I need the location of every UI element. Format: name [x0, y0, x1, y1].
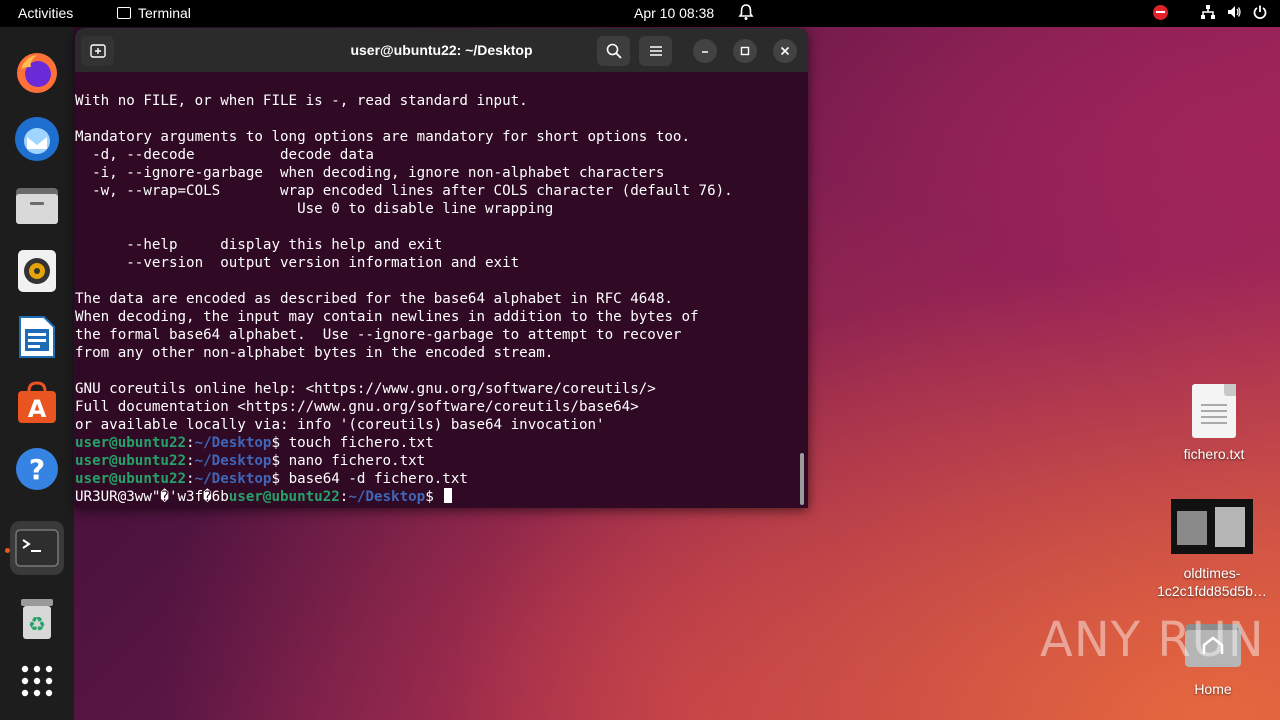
close-icon — [780, 46, 790, 56]
minimize-button[interactable] — [693, 39, 717, 63]
term-line: Mandatory arguments to long options are … — [75, 129, 690, 145]
bell-icon[interactable] — [738, 3, 754, 24]
prompt-path: ~/Desktop — [194, 453, 272, 469]
stop-icon[interactable] — [1153, 4, 1168, 20]
term-line: With no FILE, or when FILE is -, read st… — [75, 93, 528, 109]
term-line: When decoding, the input may contain new… — [75, 309, 699, 325]
dock-writer[interactable] — [10, 310, 64, 364]
label-line: oldtimes- — [1183, 565, 1241, 581]
power-icon — [1253, 5, 1267, 19]
term-line: --help display this help and exit — [75, 237, 443, 253]
clock[interactable]: Apr 10 08:38 — [634, 5, 714, 21]
term-line: Full documentation <https://www.gnu.org/… — [75, 399, 639, 415]
dock-rhythmbox[interactable] — [10, 244, 64, 298]
prompt-user: user@ubuntu22 — [228, 489, 340, 505]
terminal-output[interactable]: With no FILE, or when FILE is -, read st… — [75, 92, 808, 506]
prompt-path: ~/Desktop — [194, 471, 272, 487]
term-line: Use 0 to disable line wrapping — [75, 201, 554, 217]
svg-text:?: ? — [29, 453, 45, 486]
network-icon — [1201, 5, 1215, 19]
svg-text:A: A — [28, 395, 47, 423]
prompt-path: ~/Desktop — [194, 435, 272, 451]
term-line — [75, 218, 808, 236]
term-line: -w, --wrap=COLS wrap encoded lines after… — [75, 183, 733, 199]
search-button[interactable] — [597, 36, 630, 66]
dock-terminal[interactable] — [10, 521, 64, 575]
app-menu-label: Terminal — [138, 5, 191, 21]
decoded-output: UR3UR@3ww"�'w3f�6b — [75, 489, 229, 505]
terminal-icon — [15, 529, 59, 567]
help-icon: ? — [16, 448, 58, 490]
dock-firefox[interactable] — [10, 46, 64, 100]
folder-icon — [16, 188, 58, 224]
search-icon — [606, 43, 622, 59]
term-line — [75, 110, 808, 128]
thunderbird-icon — [15, 117, 59, 161]
terminal-icon — [117, 7, 131, 19]
close-button[interactable] — [773, 39, 797, 63]
command-line: user@ubuntu22:~/Desktop$ nano fichero.tx… — [75, 453, 426, 469]
document-icon — [19, 316, 55, 358]
text-file-icon — [1192, 384, 1236, 438]
volume-icon — [1228, 6, 1241, 18]
trash-icon: ♻ — [21, 599, 53, 639]
firefox-icon — [17, 53, 57, 93]
maximize-icon — [740, 46, 750, 56]
watermark: ANY RUN — [1040, 612, 1265, 668]
desktop-file-oldtimes[interactable]: oldtimes- 1c2c1fdd85d5b… — [1148, 499, 1276, 600]
app-menu[interactable]: Terminal — [117, 5, 191, 21]
prompt-user: user@ubuntu22 — [75, 471, 187, 487]
window-titlebar[interactable]: user@ubuntu22: ~/Desktop — [75, 28, 808, 72]
term-line — [75, 362, 808, 380]
term-line: from any other non-alphabet bytes in the… — [75, 345, 554, 361]
prompt-user: user@ubuntu22 — [75, 453, 187, 469]
term-line: GNU coreutils online help: <https://www.… — [75, 381, 656, 397]
command-text: nano fichero.txt — [288, 453, 426, 469]
term-line: --version output version information and… — [75, 255, 520, 271]
term-line: or available locally via: info '(coreuti… — [75, 417, 605, 433]
terminal-window[interactable]: user@ubuntu22: ~/Desktop With no FILE, o… — [75, 28, 808, 508]
command-text: base64 -d fichero.txt — [288, 471, 468, 487]
prompt-path: ~/Desktop — [348, 489, 426, 505]
speaker-icon — [18, 250, 56, 292]
term-line: -d, --decode decode data — [75, 147, 374, 163]
dock-thunderbird[interactable] — [10, 112, 64, 166]
menu-button[interactable] — [639, 36, 672, 66]
minimize-icon — [702, 51, 708, 53]
desktop-file-label: oldtimes- 1c2c1fdd85d5b… — [1148, 564, 1276, 600]
dock-app-center[interactable]: A — [10, 376, 64, 430]
term-line: -i, --ignore-garbage when decoding, igno… — [75, 165, 665, 181]
image-thumbnail — [1171, 499, 1253, 554]
dock-show-apps[interactable] — [10, 654, 64, 708]
svg-text:♻: ♻ — [28, 612, 46, 636]
term-line: The data are encoded as described for th… — [75, 291, 673, 307]
text-cursor — [444, 488, 453, 503]
dock-files[interactable] — [10, 178, 64, 232]
shopping-bag-icon: A — [18, 381, 56, 423]
term-line — [75, 272, 808, 290]
maximize-button[interactable] — [733, 39, 757, 63]
command-line: user@ubuntu22:~/Desktop$ touch fichero.t… — [75, 435, 434, 451]
prompt-user: user@ubuntu22 — [75, 435, 187, 451]
desktop-home-label: Home — [1194, 681, 1232, 697]
command-line: user@ubuntu22:~/Desktop$ base64 -d fiche… — [75, 471, 468, 487]
term-line: the formal base64 alphabet. Use --ignore… — [75, 327, 682, 343]
current-prompt-line[interactable]: UR3UR@3ww"�'w3f�6buser@ubuntu22:~/Deskto… — [75, 488, 808, 506]
hamburger-icon — [649, 46, 662, 56]
command-text: touch fichero.txt — [288, 435, 434, 451]
label-line: 1c2c1fdd85d5b… — [1157, 583, 1267, 599]
dock: A ? ♻ — [0, 27, 74, 720]
desktop-file-label: fichero.txt — [1183, 446, 1245, 462]
activities-button[interactable]: Activities — [18, 5, 73, 21]
grid-icon — [21, 665, 53, 697]
dock-trash[interactable]: ♻ — [10, 592, 64, 646]
desktop-file-fichero[interactable]: fichero.txt — [1168, 384, 1260, 462]
scrollbar-thumb[interactable] — [800, 453, 804, 505]
system-tray[interactable] — [1153, 4, 1268, 20]
dock-help[interactable]: ? — [10, 442, 64, 496]
top-bar: Activities Terminal Apr 10 08:38 — [0, 0, 1280, 27]
